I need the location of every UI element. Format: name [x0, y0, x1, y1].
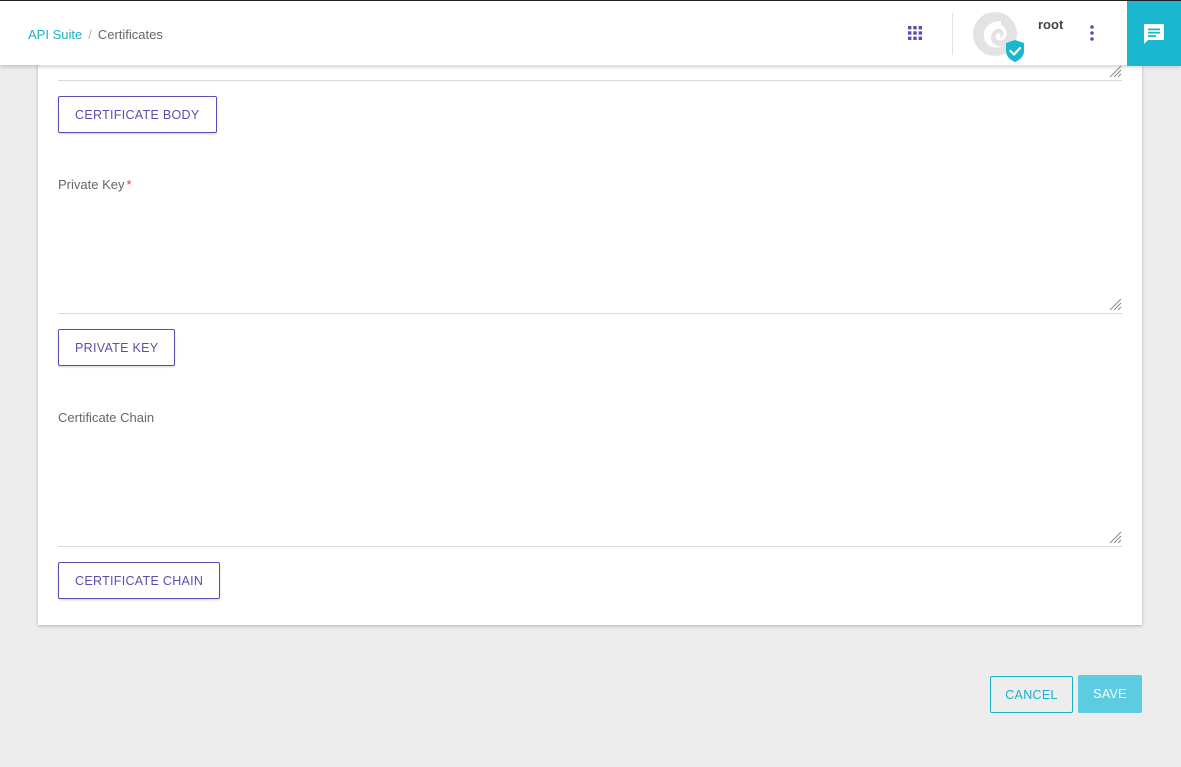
private-key-label-text: Private Key — [58, 177, 125, 192]
private-key-upload-button[interactable]: PRIVATE KEY — [58, 329, 176, 366]
breadcrumb-separator: / — [88, 27, 92, 42]
username[interactable]: root — [1038, 17, 1063, 32]
required-mark: * — [126, 177, 132, 192]
breadcrumb-current: Certificates — [97, 27, 163, 42]
chat-icon — [1144, 23, 1164, 44]
apps-grid-icon[interactable] — [908, 26, 922, 40]
chat-button[interactable] — [1127, 1, 1181, 66]
top-bar: API Suite / Certificates root — [0, 0, 1181, 66]
avatar[interactable] — [971, 11, 1027, 63]
save-button[interactable]: SAVE — [1078, 675, 1142, 713]
certificate-chain-label: Certificate Chain — [58, 410, 155, 425]
header-divider — [952, 13, 953, 55]
breadcrumb: API Suite / Certificates — [28, 27, 163, 42]
certificate-body-upload-button[interactable]: CERTIFICATE BODY — [58, 96, 217, 133]
private-key-label: Private Key * — [58, 177, 132, 192]
more-vertical-icon[interactable] — [1086, 24, 1098, 42]
breadcrumb-api-suite-link[interactable]: API Suite — [28, 27, 82, 42]
verified-badge-icon — [1006, 40, 1024, 62]
resize-handle-icon[interactable] — [1108, 530, 1122, 544]
certificate-form-card: CERTIFICATE BODY Private Key * PRIVATE KE… — [38, 40, 1142, 625]
cancel-button[interactable]: CANCEL — [990, 676, 1073, 713]
resize-handle-icon[interactable] — [1108, 297, 1122, 311]
private-key-textarea[interactable] — [58, 200, 1122, 314]
certificate-chain-upload-button[interactable]: CERTIFICATE CHAIN — [58, 562, 221, 599]
resize-handle-icon[interactable] — [1108, 64, 1122, 78]
certificate-chain-textarea[interactable] — [58, 433, 1122, 547]
